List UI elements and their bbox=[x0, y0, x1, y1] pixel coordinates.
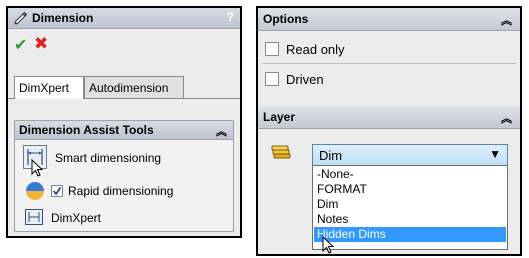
layer-option-highlighted[interactable]: Hidden Dims bbox=[314, 227, 506, 242]
layer-collapse-chevron-icon[interactable]: ︽ bbox=[501, 110, 512, 126]
read-only-checkbox[interactable] bbox=[265, 42, 279, 56]
layer-select-value: Dim bbox=[319, 148, 343, 163]
ok-checkmark-icon[interactable]: ✔ bbox=[14, 35, 27, 55]
tab-autodimension[interactable]: Autodimension bbox=[84, 76, 184, 98]
assist-tools-header[interactable]: Dimension Assist Tools ︽ bbox=[15, 121, 233, 140]
layer-select[interactable]: Dim ▼ bbox=[312, 144, 508, 166]
rapid-dimension-icon bbox=[26, 182, 44, 200]
rapid-dimensioning-label: Rapid dimensioning bbox=[68, 184, 174, 198]
dimension-assist-tools-group: Dimension Assist Tools ︽ Smart dimension… bbox=[14, 120, 234, 232]
driven-checkbox[interactable] bbox=[265, 72, 279, 86]
help-icon[interactable]: ? bbox=[227, 10, 234, 24]
tab-dimxpert[interactable]: DimXpert bbox=[14, 76, 84, 99]
cancel-x-icon[interactable]: ✖ bbox=[34, 34, 48, 54]
read-only-option[interactable]: Read only bbox=[260, 36, 518, 62]
dimension-pencil-icon bbox=[14, 11, 28, 25]
layer-option[interactable]: FORMAT bbox=[314, 182, 506, 197]
panel-title: Dimension bbox=[32, 11, 94, 25]
dropdown-arrow-icon[interactable]: ▼ bbox=[489, 147, 501, 161]
layer-header[interactable]: Layer ︽ bbox=[258, 106, 520, 129]
rapid-dimensioning-checkbox[interactable] bbox=[51, 185, 63, 197]
smart-dimensioning-label: Smart dimensioning bbox=[55, 151, 162, 165]
layer-stack-icon bbox=[271, 145, 291, 159]
option-divider bbox=[262, 63, 516, 64]
options-title: Options bbox=[263, 12, 309, 26]
layer-option[interactable]: -None- bbox=[314, 167, 506, 182]
collapse-chevron-icon[interactable]: ︽ bbox=[216, 123, 227, 139]
layer-title: Layer bbox=[263, 110, 296, 124]
tab-strip: DimXpert Autodimension bbox=[14, 76, 184, 99]
assist-tools-title: Dimension Assist Tools bbox=[19, 123, 154, 137]
property-manager-header: Dimension ? bbox=[8, 8, 240, 29]
dimxpert-icon[interactable] bbox=[25, 209, 43, 225]
mouse-cursor-icon bbox=[31, 159, 44, 177]
options-collapse-chevron-icon[interactable]: ︽ bbox=[501, 12, 512, 28]
driven-label: Driven bbox=[286, 72, 324, 87]
dimension-property-manager: Dimension ? ✔ ✖ DimXpert Autodimension D… bbox=[6, 6, 242, 238]
layer-option[interactable]: Dim bbox=[314, 197, 506, 212]
dimension-options-panel: Options ︽ Read only Driven Layer ︽ Dim ▼… bbox=[256, 6, 522, 256]
layer-dropdown-list: -None- FORMAT Dim Notes Hidden Dims bbox=[312, 165, 508, 250]
read-only-label: Read only bbox=[286, 42, 345, 57]
layer-option[interactable]: Notes bbox=[314, 212, 506, 227]
dimxpert-label: DimXpert bbox=[51, 211, 102, 225]
options-header[interactable]: Options ︽ bbox=[258, 8, 520, 31]
mouse-cursor-icon bbox=[322, 236, 335, 254]
driven-option[interactable]: Driven bbox=[260, 66, 518, 92]
